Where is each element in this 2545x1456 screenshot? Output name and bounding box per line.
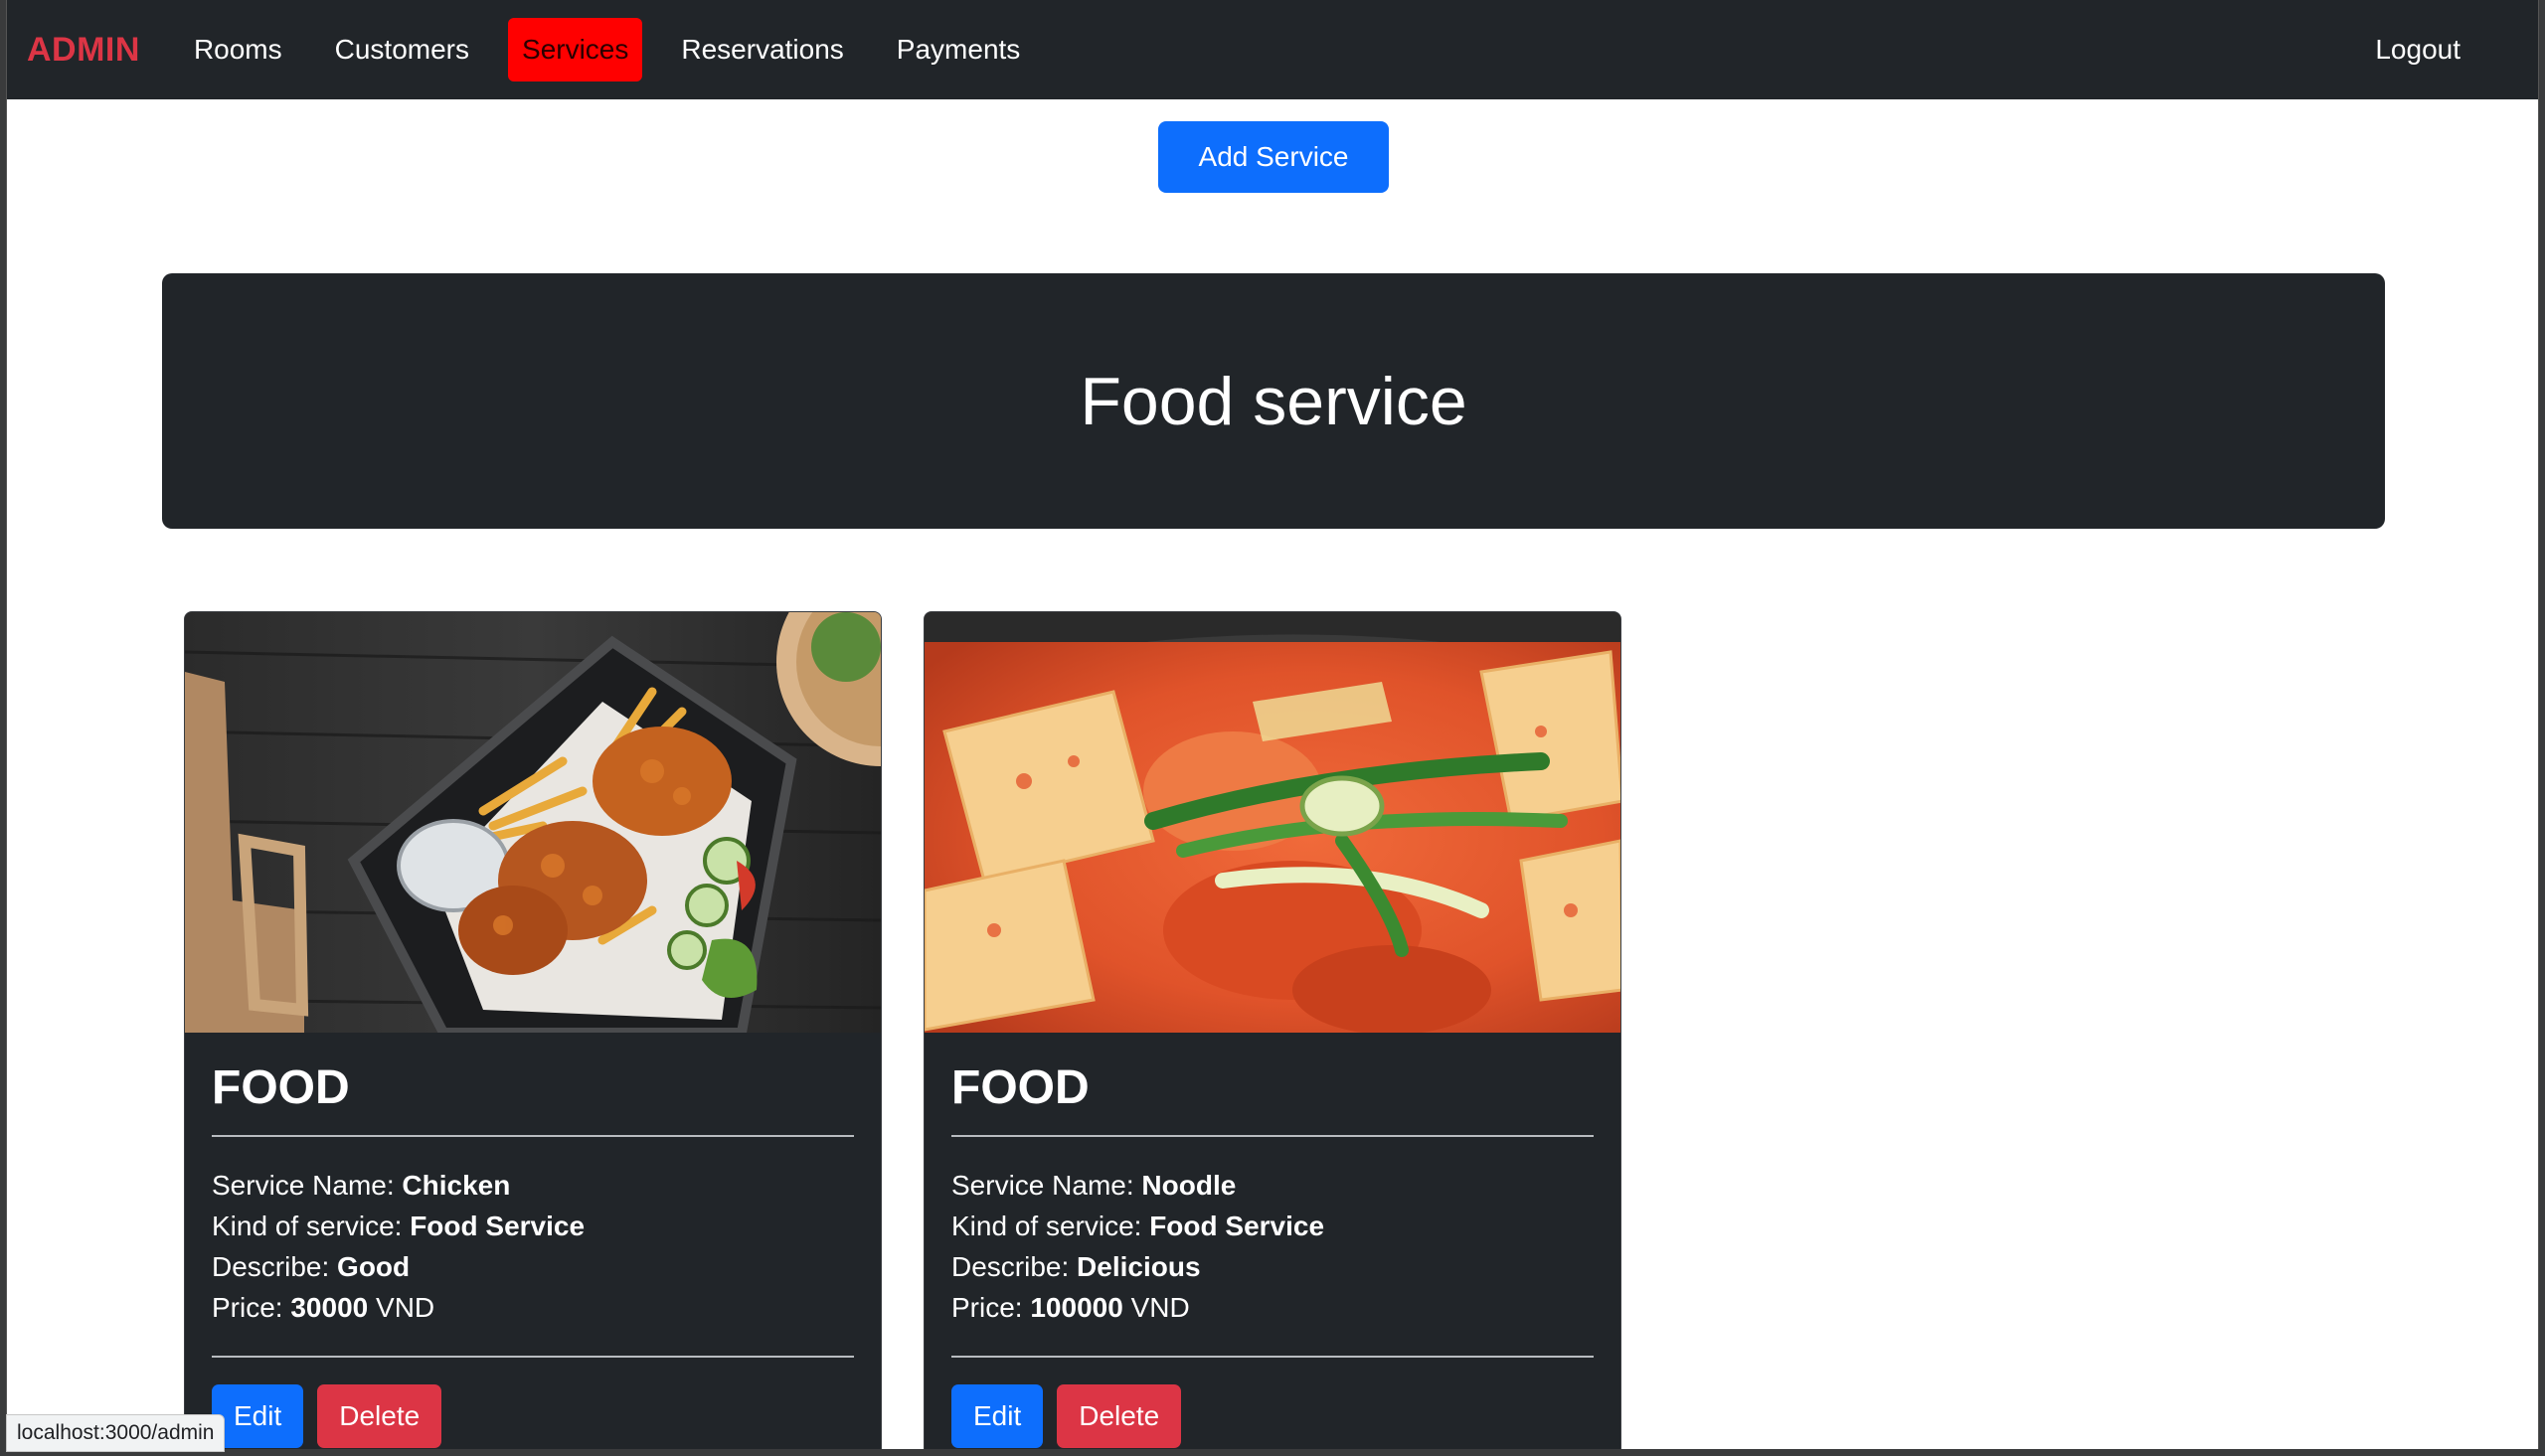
- delete-button[interactable]: Delete: [317, 1384, 442, 1448]
- category-title: Food service: [1080, 363, 1467, 439]
- card-info: Service Name: Chicken Kind of service: F…: [212, 1137, 854, 1358]
- describe-label: Describe:: [212, 1251, 330, 1282]
- edit-button[interactable]: Edit: [212, 1384, 304, 1448]
- price-line: Price: 100000 VND: [951, 1287, 1594, 1328]
- edit-button[interactable]: Edit: [951, 1384, 1044, 1448]
- status-bar-url: localhost:3000/admin: [6, 1414, 226, 1452]
- kind-line: Kind of service: Food Service: [212, 1206, 854, 1246]
- service-name-value: Noodle: [1141, 1170, 1237, 1201]
- nav-link-payments[interactable]: Payments: [883, 18, 1035, 81]
- service-image-noodle: [925, 612, 1620, 1033]
- kind-value: Food Service: [1149, 1211, 1325, 1241]
- add-service-button[interactable]: Add Service: [1158, 121, 1389, 193]
- delete-button[interactable]: Delete: [1057, 1384, 1182, 1448]
- nav-link-customers[interactable]: Customers: [321, 18, 483, 81]
- card-actions: Edit Delete: [951, 1358, 1594, 1448]
- service-image-chicken: [185, 612, 881, 1033]
- nav-link-services[interactable]: Services: [508, 18, 643, 81]
- brand-logo[interactable]: ADMIN: [27, 31, 140, 70]
- window-bottom-edge: [0, 1449, 2545, 1456]
- kind-value: Food Service: [410, 1211, 586, 1241]
- card-body: FOOD Service Name: Chicken Kind of servi…: [185, 1033, 881, 1449]
- price-label: Price:: [212, 1292, 283, 1323]
- service-card: FOOD Service Name: Chicken Kind of servi…: [184, 611, 882, 1449]
- price-value: 100000: [1030, 1292, 1123, 1323]
- service-name-line: Service Name: Chicken: [212, 1165, 854, 1206]
- card-title: FOOD: [951, 1060, 1594, 1137]
- browser-window: ADMIN Rooms Customers Services Reservati…: [6, 0, 2539, 1449]
- top-navbar: ADMIN Rooms Customers Services Reservati…: [7, 0, 2538, 99]
- service-name-value: Chicken: [402, 1170, 511, 1201]
- category-header: Food service: [162, 273, 2385, 529]
- nav-link-rooms[interactable]: Rooms: [180, 18, 296, 81]
- service-name-label: Service Name:: [951, 1170, 1134, 1201]
- price-label: Price:: [951, 1292, 1023, 1323]
- card-info: Service Name: Noodle Kind of service: Fo…: [951, 1137, 1594, 1358]
- price-value: 30000: [290, 1292, 369, 1323]
- price-currency: VND: [376, 1292, 435, 1323]
- price-currency: VND: [1130, 1292, 1190, 1323]
- describe-line: Describe: Delicious: [951, 1246, 1594, 1287]
- service-name-line: Service Name: Noodle: [951, 1165, 1594, 1206]
- describe-value: Delicious: [1077, 1251, 1201, 1282]
- card-actions: Edit Delete: [212, 1358, 854, 1448]
- describe-line: Describe: Good: [212, 1246, 854, 1287]
- service-card: FOOD Service Name: Noodle Kind of servic…: [924, 611, 1621, 1449]
- describe-label: Describe:: [951, 1251, 1070, 1282]
- card-body: FOOD Service Name: Noodle Kind of servic…: [925, 1033, 1620, 1449]
- logout-link[interactable]: Logout: [2361, 18, 2474, 81]
- price-line: Price: 30000 VND: [212, 1287, 854, 1328]
- kind-label: Kind of service:: [212, 1211, 403, 1241]
- kind-label: Kind of service:: [951, 1211, 1142, 1241]
- nav-link-reservations[interactable]: Reservations: [667, 18, 857, 81]
- card-title: FOOD: [212, 1060, 854, 1137]
- describe-value: Good: [337, 1251, 411, 1282]
- kind-line: Kind of service: Food Service: [951, 1206, 1594, 1246]
- service-name-label: Service Name:: [212, 1170, 395, 1201]
